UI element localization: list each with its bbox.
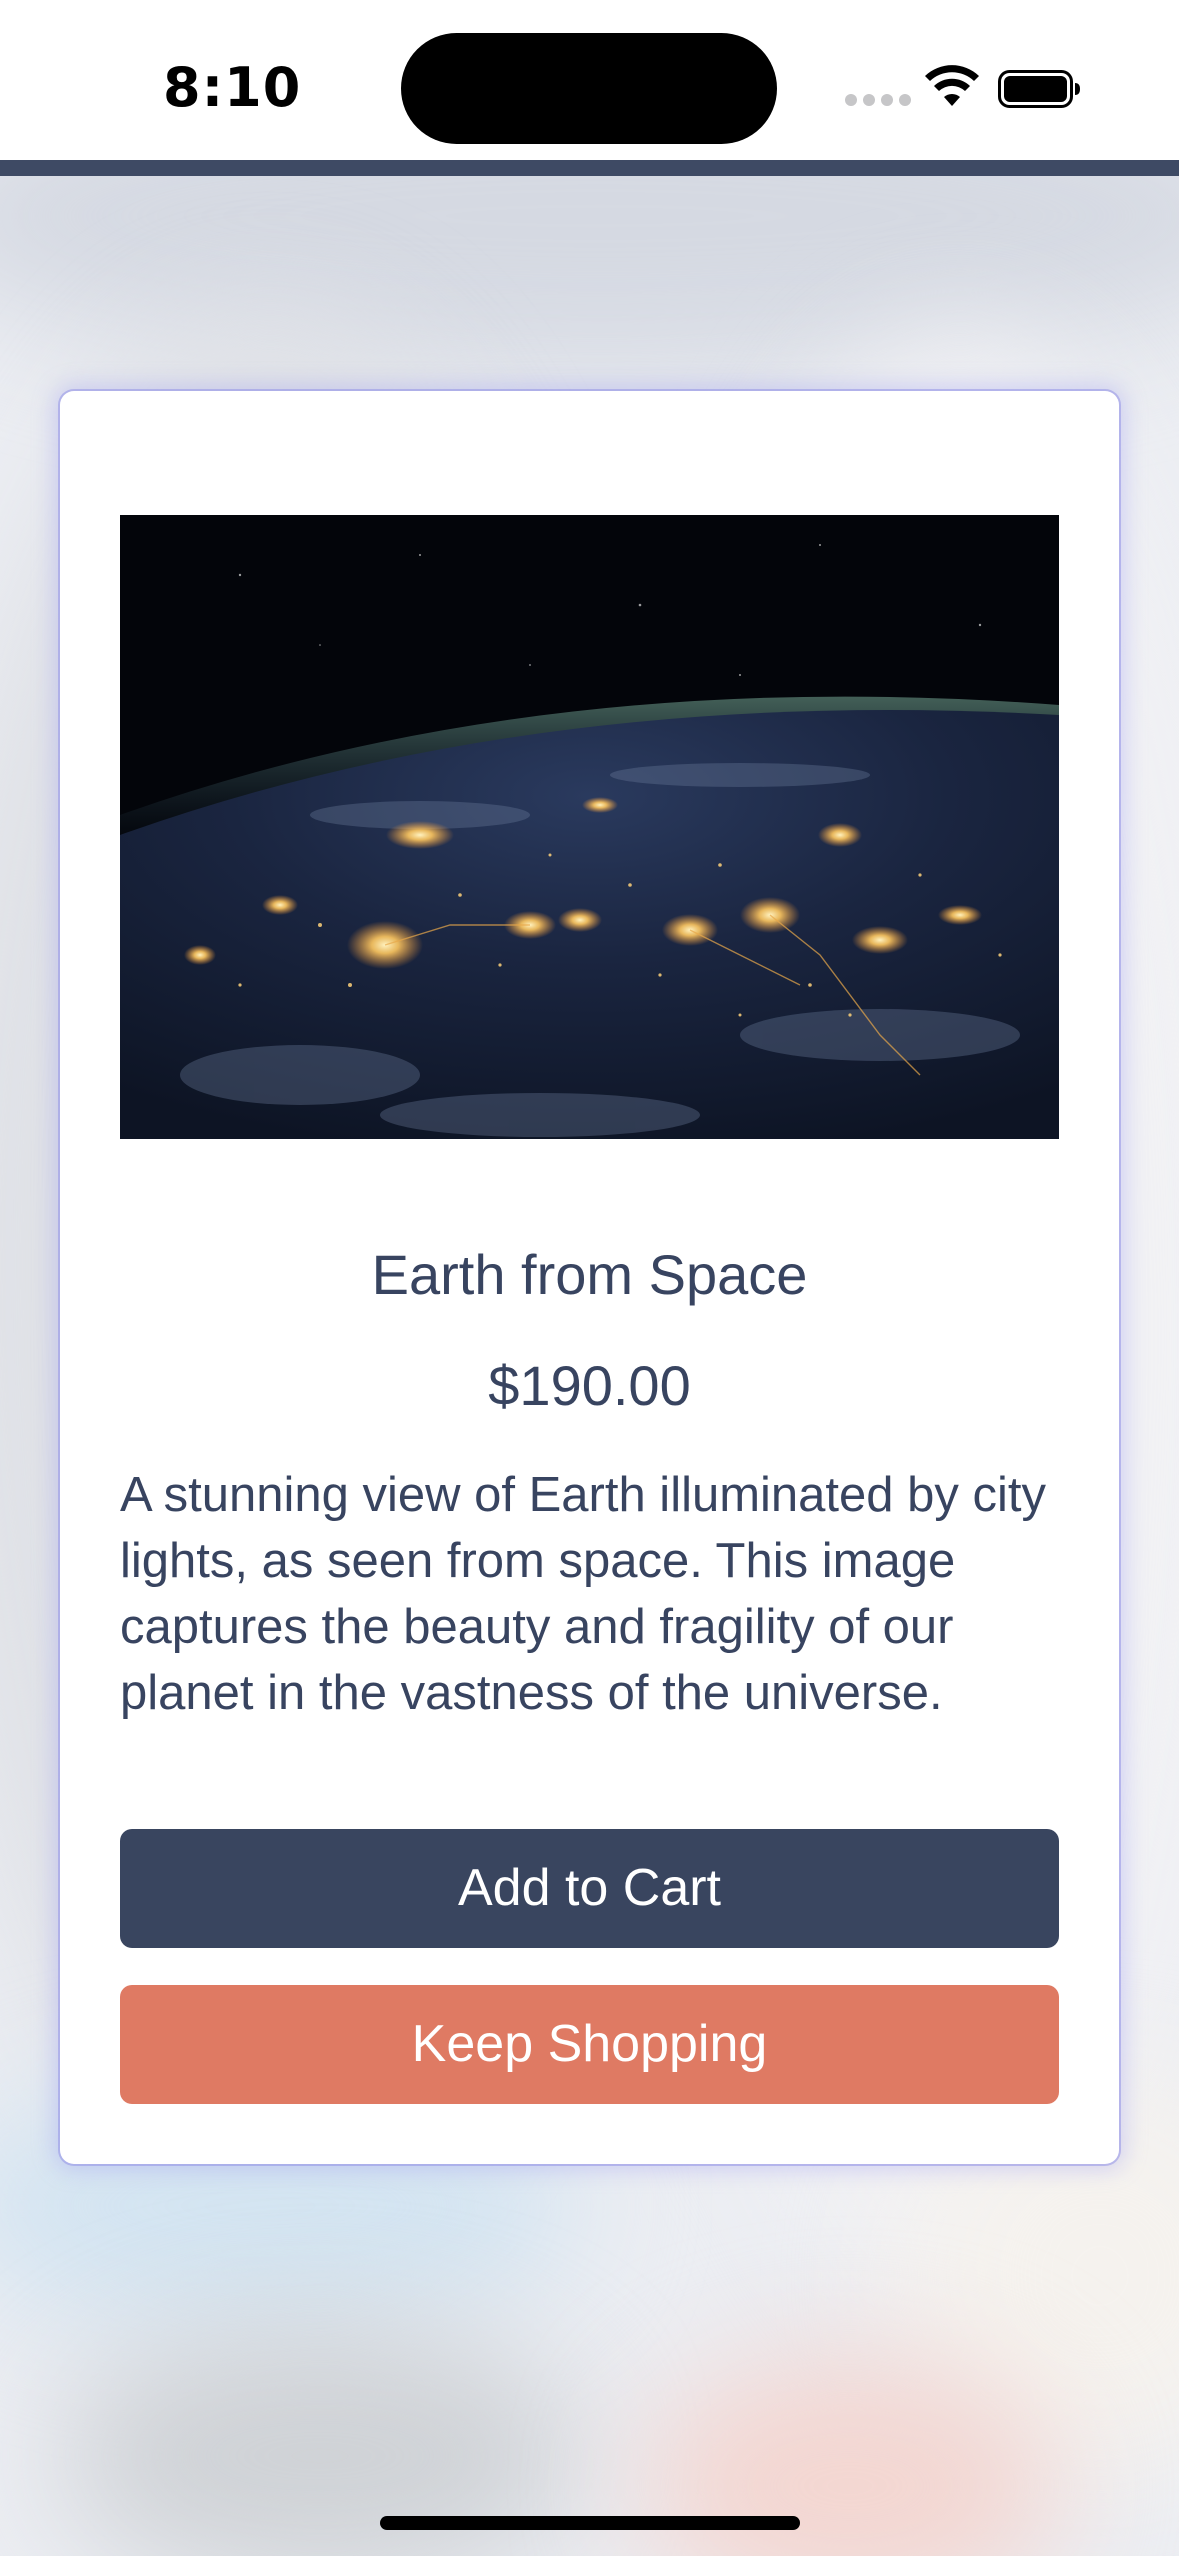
cellular-signal-icon	[845, 94, 911, 106]
add-to-cart-button[interactable]: Add to Cart	[120, 1829, 1059, 1948]
wifi-icon	[925, 65, 979, 106]
dynamic-island	[401, 33, 777, 144]
status-time: 8:10	[163, 56, 302, 119]
header-strip	[0, 160, 1179, 176]
battery-icon	[998, 70, 1080, 108]
keep-shopping-button[interactable]: Keep Shopping	[120, 1985, 1059, 2104]
product-title: Earth from Space	[371, 1243, 808, 1306]
product-price: $190.00	[488, 1354, 691, 1417]
home-indicator[interactable]	[380, 2516, 800, 2530]
product-card: Earth from Space $190.00 A stunning view…	[60, 391, 1119, 2164]
status-bar: 8:10	[0, 0, 1179, 160]
product-description: A stunning view of Earth illuminated by …	[120, 1468, 1047, 1720]
product-image	[120, 515, 1059, 1139]
